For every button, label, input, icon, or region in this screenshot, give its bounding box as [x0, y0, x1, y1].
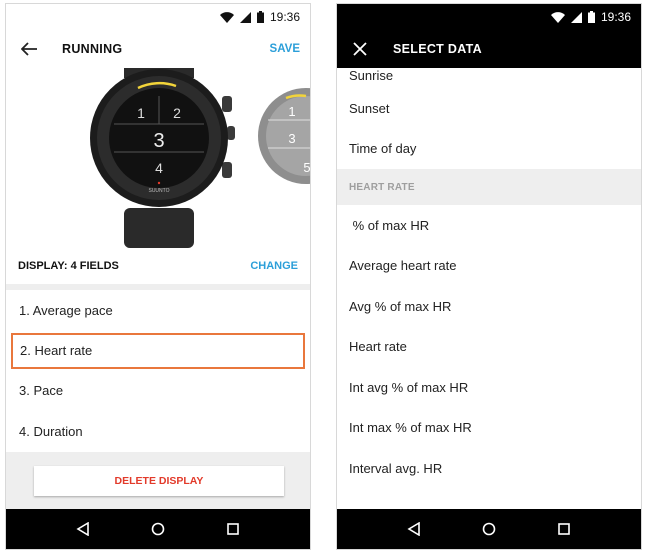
page-title: SELECT DATA	[393, 42, 482, 56]
square-recents-icon	[557, 523, 570, 535]
app-bar: RUNNING SAVE	[6, 30, 310, 68]
data-item-label: Sunrise	[349, 68, 394, 83]
watch-image: 1 2 3 4 SUUNTO 1 3 5	[90, 68, 310, 248]
status-bar: 19:36	[337, 4, 641, 30]
status-bar: 19:36	[6, 4, 310, 30]
data-item-pct-max-hr[interactable]: % of max HR	[337, 205, 641, 246]
data-item-label: % of max HR	[349, 217, 430, 233]
watch-field-3: 3	[153, 130, 164, 152]
nav-recents-button[interactable]	[549, 514, 579, 544]
display-fields-label: DISPLAY: 4 FIELDS	[18, 260, 119, 272]
data-item-avg-pct-max-hr[interactable]: Avg % of max HR	[337, 286, 641, 327]
watch-preview[interactable]: 1 2 3 4 SUUNTO 1 3 5	[6, 68, 310, 248]
back-button[interactable]	[10, 30, 48, 68]
field-label: 3. Pace	[19, 383, 64, 399]
wifi-icon	[219, 11, 234, 23]
clock-time: 19:36	[269, 10, 300, 24]
signal-icon	[239, 11, 251, 23]
select-data-screen: 19:36 SELECT DATA Sunrise Sunset Time of…	[336, 3, 642, 550]
nav-back-button[interactable]	[68, 514, 98, 544]
data-item-label: Interval avg. HR	[349, 460, 443, 476]
close-icon	[353, 42, 367, 56]
change-button[interactable]: CHANGE	[250, 260, 298, 272]
app-bar: SELECT DATA	[337, 30, 641, 68]
preview-field-5: 5	[303, 160, 310, 175]
triangle-back-icon	[76, 522, 90, 536]
nav-home-button[interactable]	[474, 514, 504, 544]
watch-field-1: 1	[137, 105, 145, 121]
system-nav-bar	[6, 509, 310, 549]
watch-field-2: 2	[173, 105, 181, 121]
data-list: Sunrise Sunset Time of day HEART RATE % …	[337, 68, 641, 511]
field-item-pace[interactable]: 3. Pace	[6, 371, 310, 412]
data-item-label: Average heart rate	[349, 258, 457, 274]
field-label: 1. Average pace	[19, 302, 113, 318]
field-label: 4. Duration	[19, 423, 83, 439]
data-item-heart-rate[interactable]: Heart rate	[337, 327, 641, 368]
display-row: DISPLAY: 4 FIELDS CHANGE	[6, 248, 310, 284]
circle-home-icon	[482, 522, 496, 536]
data-item-interval-avg-hr[interactable]: Interval avg. HR	[337, 448, 641, 489]
field-list: 1. Average pace 2. Heart rate 3. Pace 4.…	[6, 290, 310, 452]
preview-field-3: 3	[288, 131, 295, 146]
nav-recents-button[interactable]	[218, 514, 248, 544]
nav-back-button[interactable]	[399, 514, 429, 544]
signal-icon	[570, 11, 582, 23]
system-nav-bar	[337, 509, 641, 549]
circle-home-icon	[151, 522, 165, 536]
data-item-label: Heart rate	[349, 339, 407, 355]
battery-icon	[587, 11, 595, 23]
watch-field-4: 4	[155, 160, 163, 176]
data-item-label: Avg % of max HR	[349, 298, 452, 314]
data-item-int-max-pct-max-hr[interactable]: Int max % of max HR	[337, 408, 641, 449]
data-item-label: Int max % of max HR	[349, 420, 472, 436]
wifi-icon	[550, 11, 565, 23]
section-header-heart-rate: HEART RATE	[337, 169, 641, 205]
field-item-duration[interactable]: 4. Duration	[6, 411, 310, 452]
data-item-average-heart-rate[interactable]: Average heart rate	[337, 246, 641, 287]
triangle-back-icon	[407, 522, 421, 536]
data-item-time-of-day[interactable]: Time of day	[337, 129, 641, 170]
data-item-int-avg-pct-max-hr[interactable]: Int avg % of max HR	[337, 367, 641, 408]
running-screen: 19:36 RUNNING SAVE 1 2 3 4 SUUNTO 1 3 5 …	[5, 3, 311, 550]
data-item-label: Time of day	[349, 141, 417, 157]
data-item-sunrise[interactable]: Sunrise	[337, 68, 641, 88]
watch-brand: SUUNTO	[148, 188, 169, 194]
page-title: RUNNING	[62, 42, 123, 56]
data-item-sunset[interactable]: Sunset	[337, 88, 641, 129]
delete-display-button[interactable]: DELETE DISPLAY	[34, 466, 284, 496]
data-item-label: Int avg % of max HR	[349, 379, 469, 395]
clock-time: 19:36	[600, 10, 631, 24]
close-button[interactable]	[341, 30, 379, 68]
field-item-average-pace[interactable]: 1. Average pace	[6, 290, 310, 331]
battery-icon	[256, 11, 264, 23]
field-label: 2. Heart rate	[20, 343, 93, 358]
preview-field-1: 1	[288, 104, 295, 119]
save-button[interactable]: SAVE	[270, 43, 300, 55]
square-recents-icon	[226, 523, 239, 535]
data-item-label: Sunset	[349, 100, 390, 116]
field-item-heart-rate[interactable]: 2. Heart rate	[11, 332, 305, 369]
nav-home-button[interactable]	[143, 514, 173, 544]
arrow-left-icon	[21, 42, 37, 56]
